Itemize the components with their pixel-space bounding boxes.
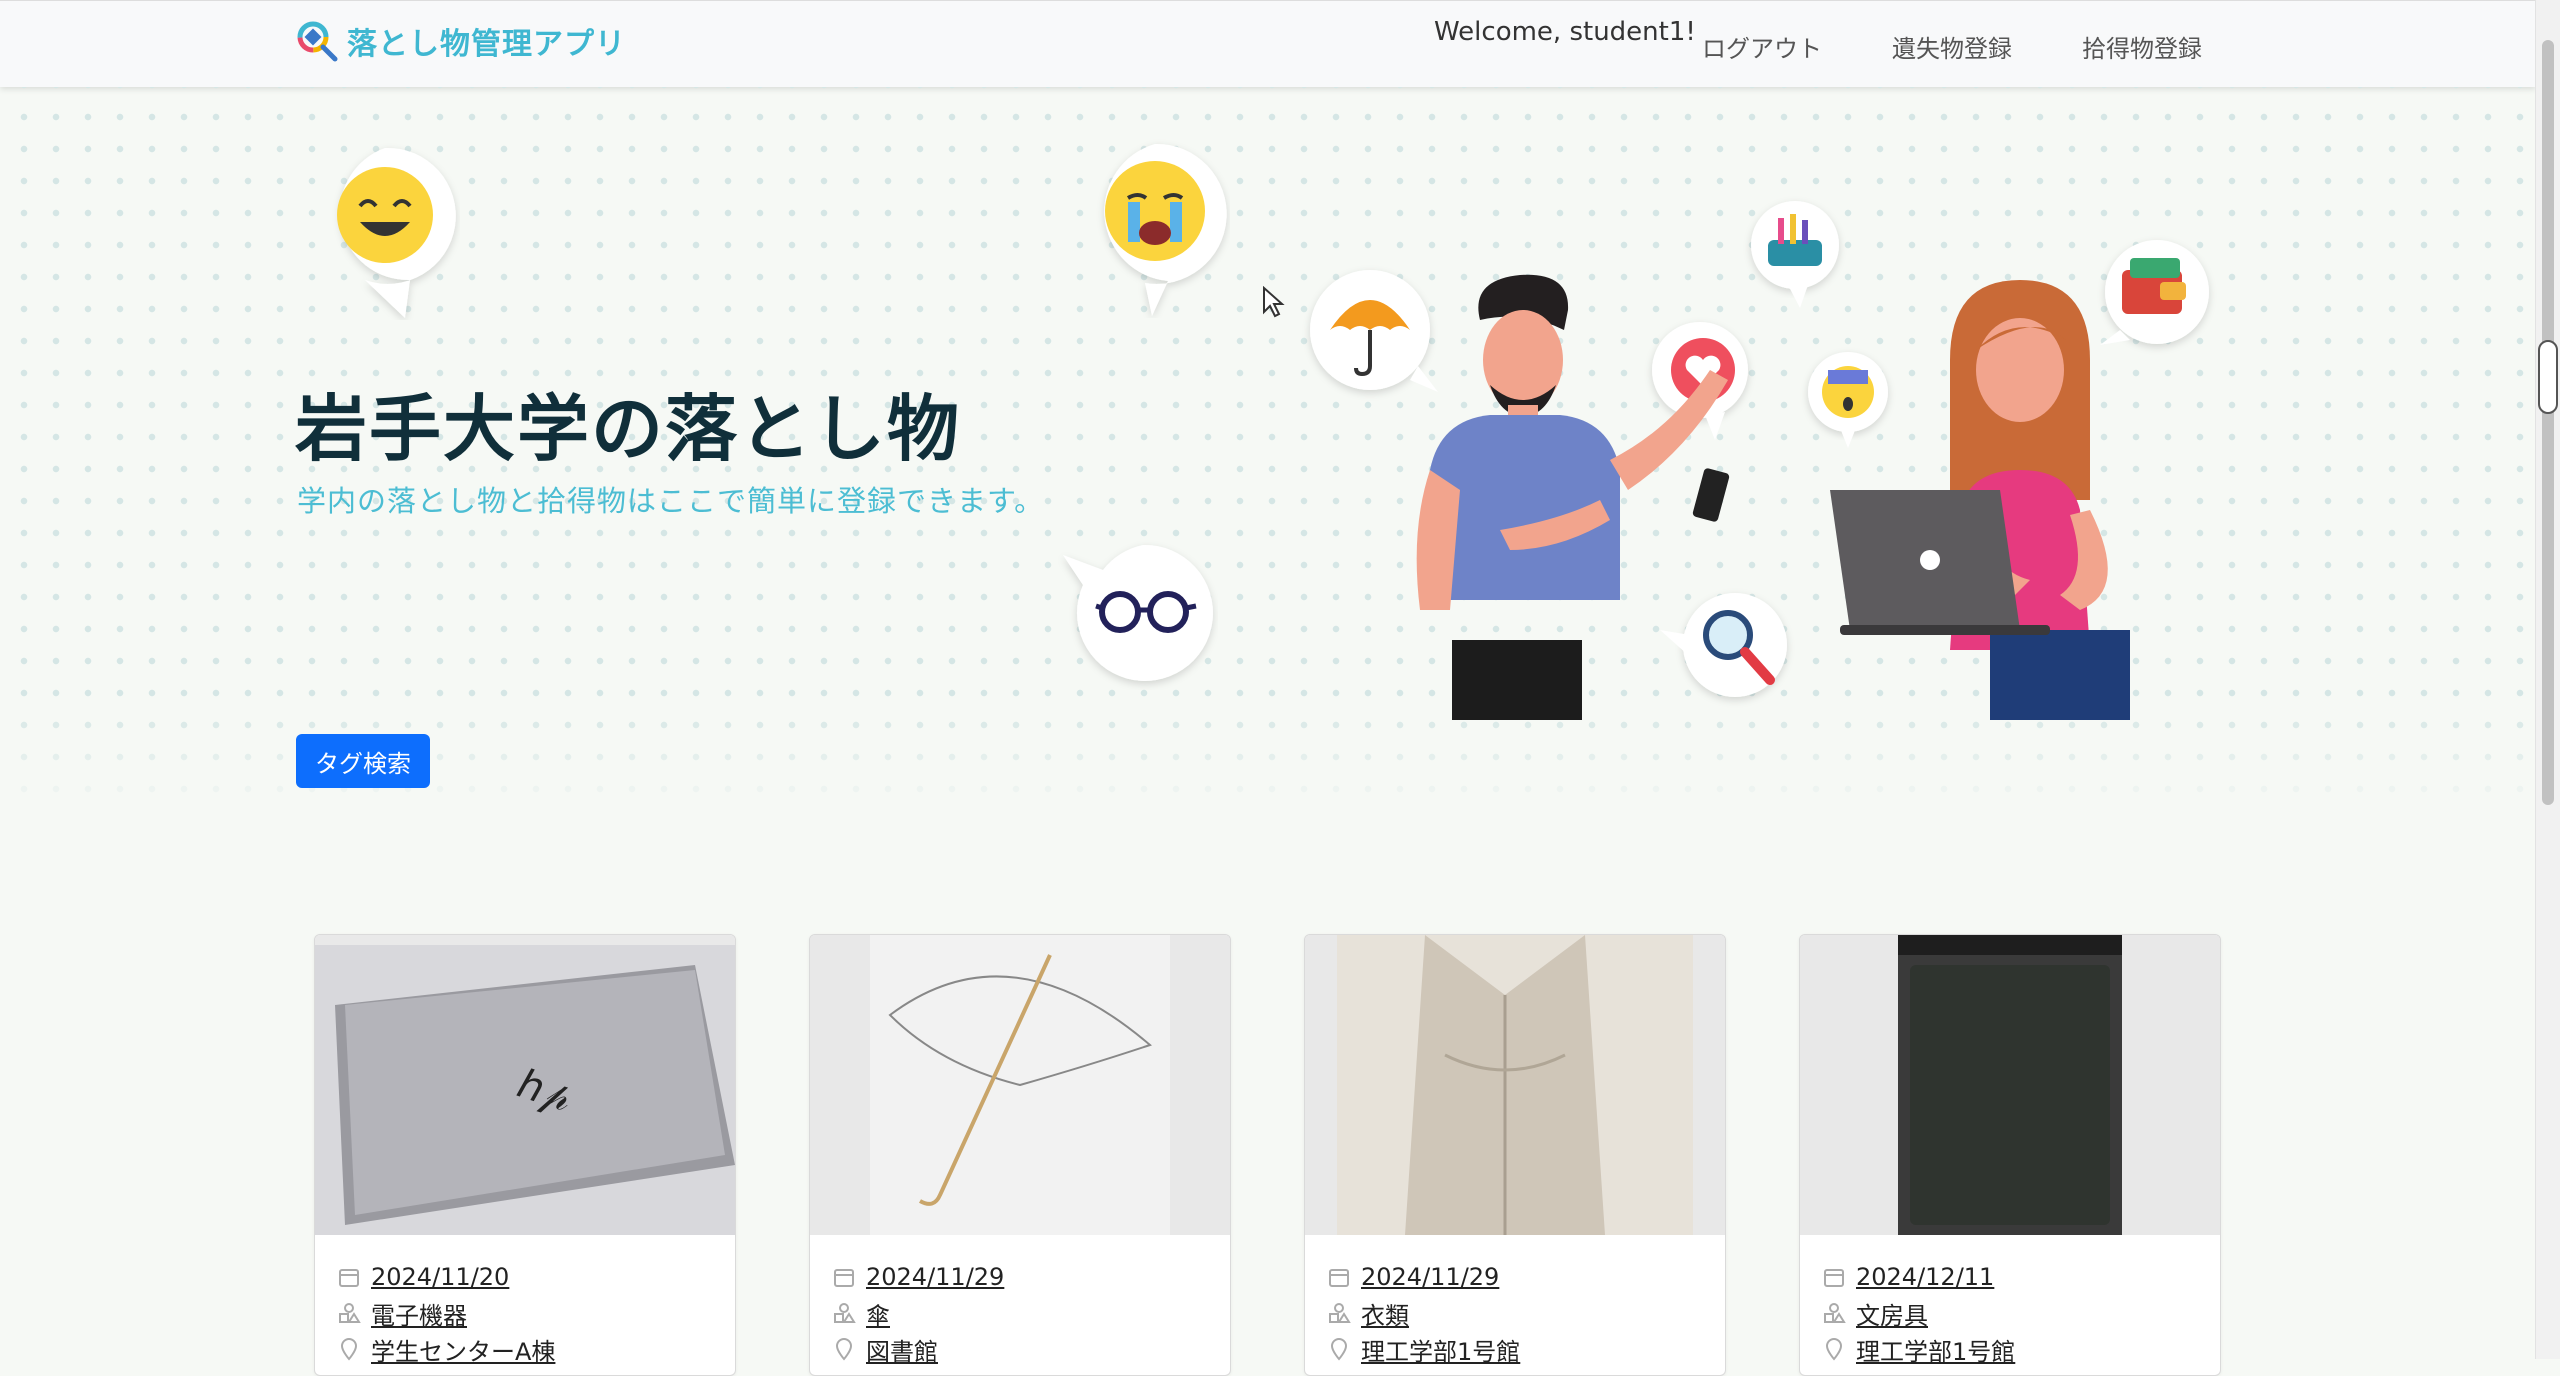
welcome-text: Welcome, student1! xyxy=(1434,17,1696,47)
calendar-icon xyxy=(1329,1269,1349,1287)
item-card[interactable]: 2024/11/29 傘 図書館 xyxy=(809,934,1231,1376)
item-category[interactable]: 電子機器 xyxy=(371,1296,467,1331)
item-card[interactable]: ℎ𝓅 2024/11/20 電子機器 学生センターA棟 xyxy=(314,934,736,1376)
item-location[interactable]: 学生センターA棟 xyxy=(371,1332,555,1367)
brand-link[interactable]: 落とし物管理アプリ xyxy=(295,19,626,63)
hero-title: 岩手大学の落とし物 xyxy=(295,387,962,471)
brand-logo-icon xyxy=(297,21,338,62)
item-category[interactable]: 傘 xyxy=(866,1296,890,1331)
location-pin-icon xyxy=(340,1337,358,1361)
navbar: 落とし物管理アプリ Welcome, student1! ログアウト 遺失物登録… xyxy=(0,0,2536,87)
location-pin-icon xyxy=(1825,1337,1843,1361)
crying-emoji-bubble-icon xyxy=(1104,143,1227,316)
lost-item-register-link[interactable]: 遺失物登録 xyxy=(1892,29,2012,64)
glasses-bubble-icon xyxy=(1063,544,1213,681)
item-location[interactable]: 理工学部1号館 xyxy=(1361,1332,1520,1367)
item-category[interactable]: 衣類 xyxy=(1361,1296,1409,1331)
location-pin-icon xyxy=(835,1337,853,1361)
mouse-cursor-icon xyxy=(1263,286,1285,318)
item-image-laptop: ℎ𝓅 xyxy=(315,935,735,1235)
item-date[interactable]: 2024/11/29 xyxy=(1361,1263,1499,1291)
item-location[interactable]: 理工学部1号館 xyxy=(1856,1332,2015,1367)
item-image-umbrella xyxy=(810,935,1230,1235)
location-pin-icon xyxy=(1330,1337,1348,1361)
category-shapes-icon xyxy=(834,1303,856,1323)
calendar-icon xyxy=(339,1269,359,1287)
item-image-coat xyxy=(1305,935,1725,1235)
scrollbar-thumb[interactable] xyxy=(2542,40,2554,805)
found-item-register-link[interactable]: 拾得物登録 xyxy=(2082,29,2202,64)
item-date[interactable]: 2024/12/11 xyxy=(1856,1263,1994,1291)
logout-link[interactable]: ログアウト xyxy=(1702,29,1822,64)
item-image-notebook xyxy=(1800,935,2220,1235)
category-shapes-icon xyxy=(1824,1303,1846,1323)
calendar-icon xyxy=(1824,1269,1844,1287)
category-shapes-icon xyxy=(339,1303,361,1323)
item-card[interactable]: 2024/12/11 文房具 理工学部1号館 xyxy=(1799,934,2221,1376)
item-date[interactable]: 2024/11/20 xyxy=(371,1263,509,1291)
people-illustration xyxy=(1310,201,2209,720)
item-location[interactable]: 図書館 xyxy=(866,1332,938,1367)
calendar-icon xyxy=(834,1269,854,1287)
hero-subtitle: 学内の落とし物と拾得物はここで簡単に登録できます。 xyxy=(297,484,1045,518)
laughing-emoji-bubble-icon xyxy=(337,147,456,318)
page-scrollbar[interactable] xyxy=(2535,0,2560,1359)
item-date[interactable]: 2024/11/29 xyxy=(866,1263,1004,1291)
item-card[interactable]: 2024/11/29 衣類 理工学部1号館 xyxy=(1304,934,1726,1376)
brand-name: 落とし物管理アプリ xyxy=(347,27,626,62)
item-category[interactable]: 文房具 xyxy=(1856,1296,1928,1331)
tag-search-button[interactable]: タグ検索 xyxy=(296,734,430,788)
category-shapes-icon xyxy=(1329,1303,1351,1323)
scrollbar-grip[interactable] xyxy=(2538,340,2558,414)
